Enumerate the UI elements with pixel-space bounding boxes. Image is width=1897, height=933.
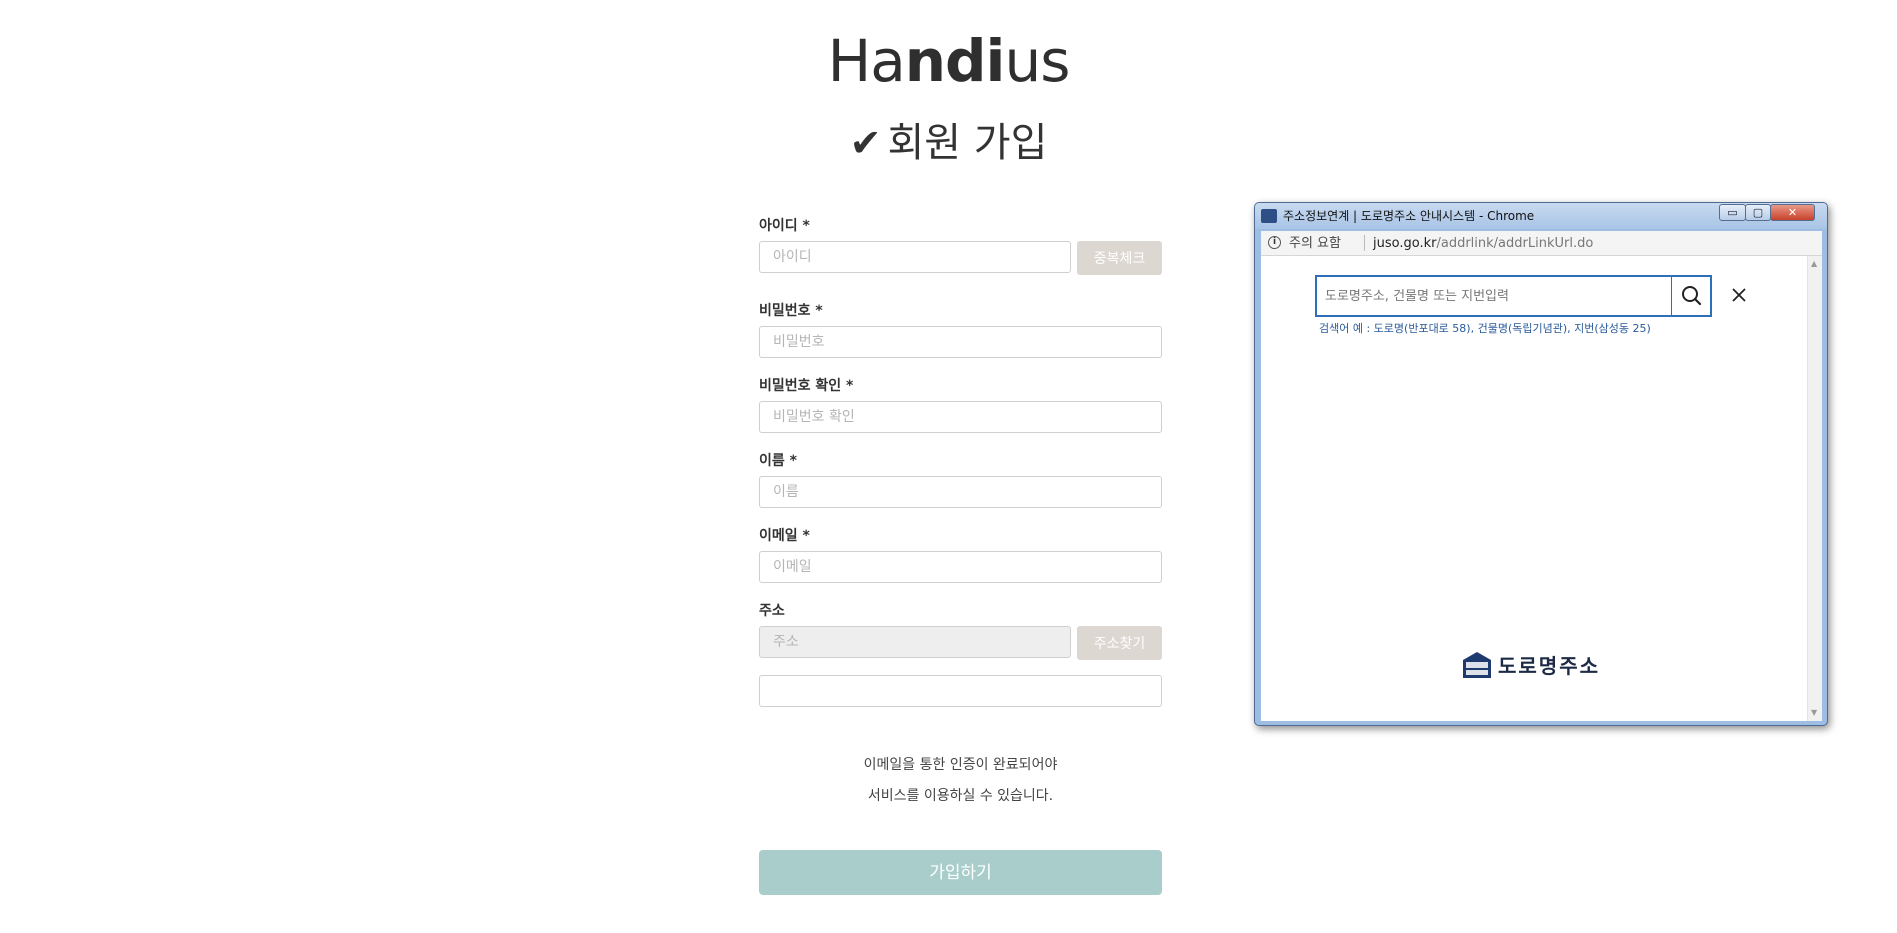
scroll-down-arrow-icon[interactable]: ▼ <box>1811 708 1817 718</box>
url-domain: juso.go.kr <box>1373 236 1437 251</box>
juso-logo-icon <box>1463 652 1491 678</box>
signup-page: Handius ✔회원 가입 아이디 * 중복체크 비밀번호 * 비밀번호 확인… <box>0 0 1897 933</box>
id-label: 아이디 * <box>759 218 810 234</box>
search-icon <box>1682 286 1702 306</box>
address-input[interactable] <box>759 626 1071 658</box>
scroll-up-arrow-icon[interactable]: ▲ <box>1811 259 1817 269</box>
address-search-button[interactable]: 주소찾기 <box>1077 626 1162 660</box>
minimize-button[interactable]: ▭ <box>1719 204 1746 221</box>
logo-part-1: Ha <box>827 27 906 95</box>
verification-notice: 이메일을 통한 인증이 완료되어야 서비스를 이용하실 수 있습니다. <box>759 750 1162 812</box>
address-detail-input[interactable] <box>759 675 1162 707</box>
page-title-text: 회원 가입 <box>887 120 1048 166</box>
window-app-icon <box>1261 209 1277 223</box>
security-warning[interactable]: 주의 요함 <box>1289 236 1341 251</box>
search-divider <box>1671 277 1672 315</box>
brand-logo: Handius <box>0 25 1897 97</box>
notice-line-1: 이메일을 통한 인증이 완료되어야 <box>863 757 1058 773</box>
address-bar-divider <box>1364 235 1365 251</box>
id-input[interactable] <box>759 241 1071 273</box>
url-path: /addrlink/addrLinkUrl.do <box>1436 236 1594 251</box>
info-icon[interactable]: i <box>1268 236 1281 249</box>
window-close-button[interactable]: ✕ <box>1770 204 1815 221</box>
check-icon: ✔ <box>849 121 882 165</box>
address-label: 주소 <box>759 603 785 619</box>
popup-window-title: 주소정보연계 | 도로명주소 안내시스템 - Chrome <box>1283 209 1535 223</box>
duplicate-check-button[interactable]: 중복체크 <box>1077 241 1162 275</box>
email-input[interactable] <box>759 551 1162 583</box>
password-confirm-input[interactable] <box>759 401 1162 433</box>
close-icon <box>1732 288 1746 302</box>
logo-part-4: us <box>1004 27 1070 95</box>
search-button[interactable] <box>1673 277 1710 315</box>
password-label: 비밀번호 * <box>759 303 823 319</box>
popup-close-button[interactable] <box>1728 284 1750 306</box>
logo-part-3: i <box>985 27 1006 95</box>
email-label: 이메일 * <box>759 528 810 544</box>
address-search-box <box>1315 275 1712 317</box>
signup-submit-button[interactable]: 가입하기 <box>759 850 1162 895</box>
road-address-logo-text: 도로명주소 <box>1498 654 1600 678</box>
password-input[interactable] <box>759 326 1162 358</box>
name-input[interactable] <box>759 476 1162 508</box>
address-url[interactable]: juso.go.kr/addrlink/addrLinkUrl.do <box>1373 236 1593 251</box>
notice-line-2: 서비스를 이용하실 수 있습니다. <box>867 788 1054 804</box>
popup-scrollbar[interactable]: ▲ ▼ <box>1807 256 1822 721</box>
address-popup-window: 주소정보연계 | 도로명주소 안내시스템 - Chrome ▭ ▢ ✕ i 주의… <box>1254 202 1828 726</box>
page-title: ✔ 회원 가입 <box>0 117 1897 169</box>
maximize-button[interactable]: ▢ <box>1745 204 1771 221</box>
popup-titlebar[interactable]: 주소정보연계 | 도로명주소 안내시스템 - Chrome ▭ ▢ ✕ <box>1255 203 1827 229</box>
search-example-hint: 검색어 예 : 도로명(반포대로 58), 건물명(독립기념관), 지번(삼성동… <box>1319 322 1651 335</box>
logo-part-2: nd <box>904 27 987 95</box>
address-bar[interactable]: i 주의 요함 juso.go.kr/addrlink/addrLinkUrl.… <box>1261 231 1822 256</box>
name-label: 이름 * <box>759 453 797 469</box>
popup-content: 검색어 예 : 도로명(반포대로 58), 건물명(독립기념관), 지번(삼성동… <box>1261 256 1822 721</box>
password-confirm-label: 비밀번호 확인 * <box>759 378 854 394</box>
address-keyword-input[interactable] <box>1325 286 1665 306</box>
